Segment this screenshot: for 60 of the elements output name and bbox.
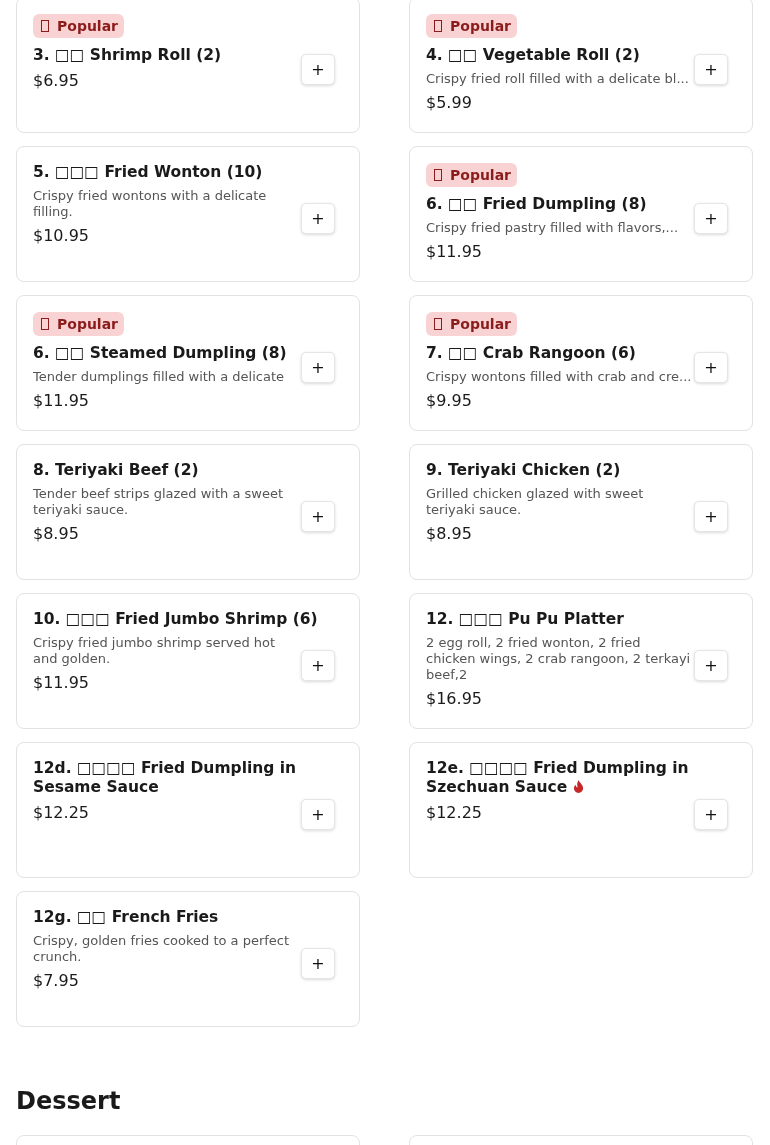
item-title: 9. Teriyaki Chicken (2) xyxy=(426,461,621,480)
item-title: 10. □□□ Fried Jumbo Shrimp (6) xyxy=(33,610,318,629)
add-button[interactable]: + xyxy=(301,799,335,830)
item-price: $6.95 xyxy=(33,71,79,90)
item-title: 8. Teriyaki Beef (2) xyxy=(33,461,199,480)
item-description: Tender beef strips glazed with a sweet teriyaki sauce. xyxy=(33,486,284,518)
badge-label: Popular xyxy=(57,316,119,332)
item-description: Tender dumplings filled with a delicate xyxy=(33,369,284,385)
item-title: 12e. □□□□ Fried Dumpling in Szechuan Sauce xyxy=(426,759,690,797)
item-price: $5.99 xyxy=(426,93,472,112)
section-heading: Dessert xyxy=(16,1087,122,1115)
item-price: $12.25 xyxy=(426,803,482,822)
item-price: $11.95 xyxy=(426,242,482,261)
item-title: 6. □□ Steamed Dumpling (8) xyxy=(33,344,287,363)
add-button[interactable]: + xyxy=(301,54,335,85)
add-button[interactable]: + xyxy=(301,948,335,979)
badge-label: Popular xyxy=(57,18,119,34)
item-description: Grilled chicken glazed with sweet teriyaki sauce. xyxy=(426,486,645,518)
add-button[interactable]: + xyxy=(301,650,335,681)
item-description: Crispy fried roll filled with a delicate bl... xyxy=(426,71,689,87)
add-button[interactable]: + xyxy=(694,501,728,532)
add-button[interactable]: + xyxy=(694,203,728,234)
item-price: $11.95 xyxy=(33,673,89,692)
add-button[interactable]: + xyxy=(301,352,335,383)
add-button[interactable]: + xyxy=(301,203,335,234)
item-title: 12d. □□□□ Fried Dumpling in Sesame Sauce xyxy=(33,759,298,797)
item-title: 6. □□ Fried Dumpling (8) xyxy=(426,195,647,214)
item-description: Crispy, golden fries cooked to a perfect crunch. xyxy=(33,933,291,965)
add-button[interactable]: + xyxy=(694,352,728,383)
box-icon xyxy=(41,20,49,32)
item-title: 4. □□ Vegetable Roll (2) xyxy=(426,46,640,65)
box-icon xyxy=(41,318,49,330)
add-button[interactable]: + xyxy=(694,54,728,85)
add-button[interactable]: + xyxy=(694,650,728,681)
item-title: 12. □□□ Pu Pu Platter xyxy=(426,610,624,629)
add-button[interactable]: + xyxy=(694,799,728,830)
item-price: $8.95 xyxy=(33,524,79,543)
box-icon xyxy=(434,318,442,330)
item-price: $11.95 xyxy=(33,391,89,410)
item-title: 3. □□ Shrimp Roll (2) xyxy=(33,46,222,65)
badge-label: Popular xyxy=(450,167,512,183)
item-price: $16.95 xyxy=(426,689,482,708)
item-description: Crispy fried jumbo shrimp served hot and golden. xyxy=(33,635,277,667)
item-description: Crispy wontons filled with crab and cre... xyxy=(426,369,692,385)
item-price: $12.25 xyxy=(33,803,89,822)
box-icon xyxy=(434,169,442,181)
item-title: 12g. □□ French Fries xyxy=(33,908,219,927)
item-description: 2 egg roll, 2 fried wonton, 2 fried chicken wings, 2 crab rangoon, 2 terkayi beef,2 xyxy=(426,635,692,683)
box-icon xyxy=(434,20,442,32)
item-title: 7. □□ Crab Rangoon (6) xyxy=(426,344,636,363)
item-price: $10.95 xyxy=(33,226,89,245)
add-button[interactable]: + xyxy=(301,501,335,532)
item-price: $8.95 xyxy=(426,524,472,543)
item-description: Crispy fried wontons with a delicate filling. xyxy=(33,188,268,220)
item-price: $9.95 xyxy=(426,391,472,410)
badge-label: Popular xyxy=(450,18,512,34)
item-description: Crispy fried pastry filled with flavors,... xyxy=(426,220,678,236)
item-title: 5. □□□ Fried Wonton (10) xyxy=(33,163,263,182)
badge-label: Popular xyxy=(450,316,512,332)
item-price: $7.95 xyxy=(33,971,79,990)
